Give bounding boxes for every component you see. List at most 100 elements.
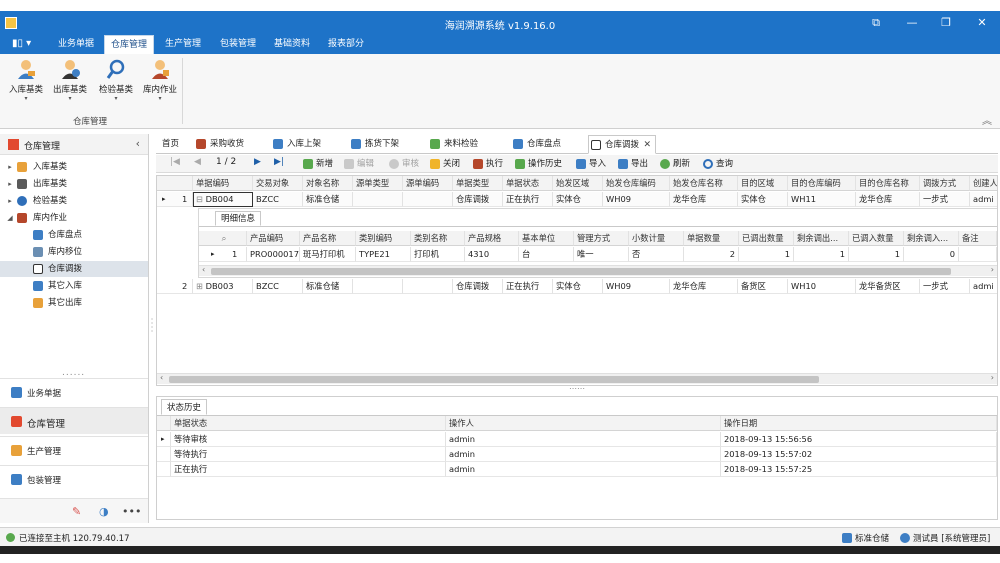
add-button[interactable]: 新增 <box>303 157 333 171</box>
cell-creator[interactable]: admi <box>970 279 997 294</box>
history-row[interactable]: 等待执行 admin 2018-09-13 15:57:02 <box>157 447 997 462</box>
execute-button[interactable]: 执行 <box>473 157 503 171</box>
cell-partner-name[interactable]: 标准仓储 <box>303 192 353 207</box>
cell-origin-wh-name[interactable]: 龙华仓库 <box>670 279 738 294</box>
cell-category-code[interactable]: TYPE21 <box>356 247 411 262</box>
tree-item-internal-ops[interactable]: ◢ 库内作业 <box>0 210 148 226</box>
column-header[interactable]: 交易对象 <box>253 176 303 191</box>
cell-operator[interactable]: admin <box>446 462 721 477</box>
column-header[interactable]: 源单类型 <box>353 176 403 191</box>
close-button[interactable]: ✕ <box>972 15 992 31</box>
status-history-tab[interactable]: 状态历史 <box>161 399 208 415</box>
tab-transfer[interactable]: 仓库调拨 ✕ <box>588 135 657 154</box>
column-header[interactable]: 对象名称 <box>303 176 353 191</box>
column-header[interactable]: 始发仓库名称 <box>670 176 738 191</box>
cell-dest-wh-code[interactable]: WH11 <box>788 192 856 207</box>
detail-tab[interactable]: 明细信息 <box>215 211 262 226</box>
tab-picking[interactable]: 拣货下架 <box>349 135 399 154</box>
tab-putaway[interactable]: 入库上架 <box>271 135 321 154</box>
cell-partner[interactable]: BZCC <box>253 192 303 207</box>
cell-status[interactable]: 等待审核 <box>171 432 446 447</box>
current-warehouse[interactable]: 标准仓储 <box>842 532 889 544</box>
scrollbar-thumb[interactable] <box>211 268 951 275</box>
menu-tab-packaging[interactable]: 包装管理 <box>214 35 262 54</box>
cell-source-code[interactable] <box>403 279 453 294</box>
column-header[interactable]: 操作日期 <box>721 416 997 431</box>
cell-date[interactable]: 2018-09-13 15:56:56 <box>721 432 997 447</box>
cell-product-name[interactable]: 斑马打印机 <box>300 247 356 262</box>
cell-product-code[interactable]: PRO000017 <box>247 247 300 262</box>
tree-item-stocktake[interactable]: 仓库盘点 <box>0 227 148 243</box>
cell-unit[interactable]: 台 <box>519 247 574 262</box>
tree-item-inbound[interactable]: ▸ 入库基类 <box>0 159 148 175</box>
menu-tab-basic-data[interactable]: 基础资料 <box>268 35 316 54</box>
next-page-button[interactable]: ▶ <box>254 157 261 167</box>
grid-horizontal-scrollbar[interactable]: ‹ › <box>157 373 997 384</box>
cell-source-type[interactable] <box>353 192 403 207</box>
ribbon-inbound-button[interactable]: 入库基类 ▾ <box>4 58 48 108</box>
tree-item-transfer[interactable]: 仓库调拨 <box>0 261 148 277</box>
cell-status[interactable]: 等待执行 <box>171 447 446 462</box>
column-header[interactable]: 剩余调出... <box>794 231 849 246</box>
tab-home[interactable]: 首页 <box>146 135 179 154</box>
column-header[interactable]: 目的区域 <box>738 176 788 191</box>
cell-doc-code[interactable]: ⊞ DB003 <box>193 279 253 294</box>
table-row[interactable]: 2 ⊞ DB003 BZCC 标准仓储 仓库调拨 正在执行 实体仓 WH09 龙… <box>157 279 997 294</box>
column-header[interactable]: 产品名称 <box>300 231 356 246</box>
menu-tab-production[interactable]: 生产管理 <box>159 35 207 54</box>
horizontal-splitter-grip[interactable]: ⋯⋯ <box>156 385 998 394</box>
maximize-button[interactable]: ❐ <box>936 15 956 31</box>
collapse-arrow-icon[interactable]: ◢ <box>6 210 14 226</box>
sidebar-splitter-grip[interactable]: ...... <box>62 368 85 378</box>
cell-doc-status[interactable]: 正在执行 <box>503 192 553 207</box>
history-row[interactable]: ▸ 等待审核 admin 2018-09-13 15:56:56 <box>157 432 997 447</box>
detail-horizontal-scrollbar[interactable]: ‹ › <box>199 265 997 276</box>
menu-tab-reports[interactable]: 报表部分 <box>322 35 370 54</box>
cell-date[interactable]: 2018-09-13 15:57:02 <box>721 447 997 462</box>
cell-origin-wh-code[interactable]: WH09 <box>603 192 670 207</box>
scrollbar-thumb[interactable] <box>169 376 819 383</box>
app-menu-button[interactable]: ▮▯ ▾ <box>12 38 34 51</box>
column-header[interactable]: 源单编码 <box>403 176 453 191</box>
refresh-button[interactable]: 刷新 <box>660 157 690 171</box>
expand-arrow-icon[interactable]: ▸ <box>6 193 14 209</box>
column-header[interactable]: 已调入数量 <box>849 231 904 246</box>
cell-decimal[interactable]: 否 <box>629 247 684 262</box>
cell-transferred-in-qty[interactable]: 1 <box>849 247 904 262</box>
cell-origin-wh-code[interactable]: WH09 <box>603 279 670 294</box>
restore-layout-icon[interactable]: ⧉ <box>866 15 886 31</box>
cell-dest-wh-name[interactable]: 龙华备货区 <box>856 279 920 294</box>
approve-button[interactable]: 审核 <box>389 157 419 171</box>
cell-transferred-out-qty[interactable]: 1 <box>739 247 794 262</box>
more-options-icon[interactable]: ••• <box>122 505 141 518</box>
tree-item-relocation[interactable]: 库内移位 <box>0 244 148 260</box>
column-header[interactable]: 始发仓库编码 <box>603 176 670 191</box>
tree-item-inspection[interactable]: ▸ 检验基类 <box>0 193 148 209</box>
column-header[interactable]: 已调出数量 <box>739 231 794 246</box>
nav-button-business-docs[interactable]: 业务单据 <box>0 378 148 405</box>
scroll-right-icon[interactable]: › <box>991 373 994 382</box>
cell-dest-area[interactable]: 备货区 <box>738 279 788 294</box>
collapse-sidebar-icon[interactable]: ‹ <box>136 137 140 150</box>
color-theme-icon[interactable]: ◑ <box>99 505 109 518</box>
table-row[interactable]: ▸ 1 ⊟ DB004 BZCC 标准仓储 仓库调拨 正在执行 实体仓 WH09 … <box>157 192 997 207</box>
cell-operator[interactable]: admin <box>446 447 721 462</box>
cell-remark[interactable] <box>959 247 997 262</box>
scroll-left-icon[interactable]: ‹ <box>202 265 205 274</box>
expand-arrow-icon[interactable]: ▸ <box>6 176 14 192</box>
cell-category-name[interactable]: 打印机 <box>411 247 465 262</box>
nav-button-production[interactable]: 生产管理 <box>0 436 148 463</box>
column-header[interactable]: 剩余调入... <box>904 231 959 246</box>
column-header[interactable]: 目的仓库编码 <box>788 176 856 191</box>
edit-button[interactable]: 编辑 <box>344 157 374 171</box>
detail-table-row[interactable]: ▸ 1 PRO000017 斑马打印机 TYPE21 打印机 4310 台 唯一 … <box>199 247 997 262</box>
export-button[interactable]: 导出 <box>618 157 648 171</box>
cell-doc-type[interactable]: 仓库调拨 <box>453 279 503 294</box>
scroll-right-icon[interactable]: › <box>991 265 994 274</box>
expand-arrow-icon[interactable]: ▸ <box>6 159 14 175</box>
nav-button-packaging[interactable]: 包装管理 <box>0 465 148 492</box>
tree-item-outbound[interactable]: ▸ 出库基类 <box>0 176 148 192</box>
collapse-detail-icon[interactable]: ⊟ <box>196 194 203 204</box>
vertical-splitter-grip[interactable]: · · · · <box>149 316 155 336</box>
ribbon-internal-ops-button[interactable]: 库内作业 ▾ <box>138 58 182 108</box>
